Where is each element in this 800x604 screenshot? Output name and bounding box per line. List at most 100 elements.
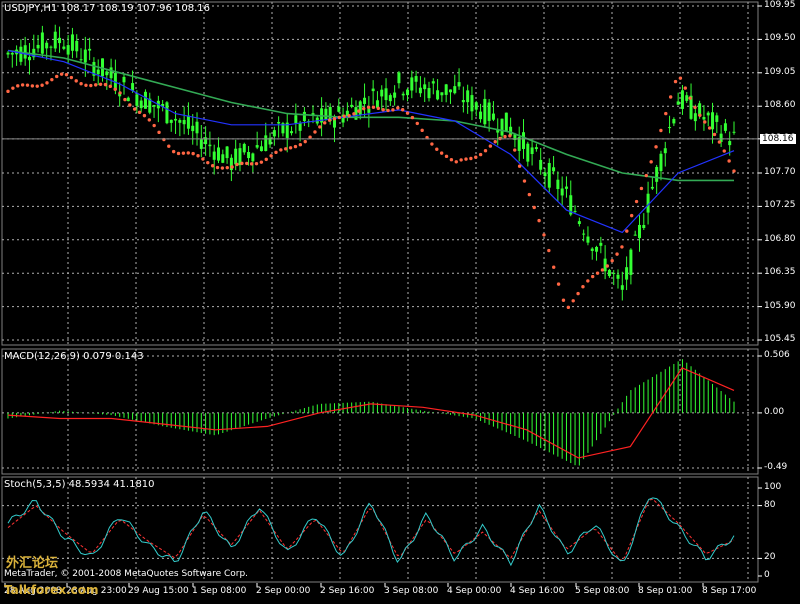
- sar-dot: [659, 128, 663, 133]
- sar-dot: [474, 155, 478, 159]
- candle-body: [251, 153, 255, 162]
- sar-dot: [391, 108, 395, 112]
- candle-body: [440, 92, 444, 96]
- sar-dot: [220, 166, 225, 170]
- candle-body: [633, 234, 637, 236]
- sar-dot: [210, 164, 215, 168]
- candle-body: [388, 95, 392, 102]
- chart-window: USDJPY,H1 108.17 108.19 107.96 108.16 MA…: [0, 0, 800, 600]
- candle-body: [573, 210, 577, 212]
- candle-body: [642, 225, 646, 229]
- candle-body: [143, 91, 147, 109]
- candle-body: [165, 102, 169, 124]
- sar-dot: [542, 233, 546, 237]
- sar-dot: [230, 165, 234, 169]
- sar-dot: [703, 120, 707, 124]
- candle-body: [36, 44, 40, 49]
- sar-dot: [547, 248, 551, 253]
- candle-body: [272, 130, 276, 137]
- candle-body: [126, 97, 130, 102]
- candle-body: [191, 125, 195, 132]
- candle-body: [530, 147, 534, 155]
- candle-body: [595, 246, 599, 252]
- candle-body: [423, 84, 427, 90]
- candle-body: [410, 77, 414, 91]
- ma-slow-line: [7, 49, 734, 182]
- candle-body: [650, 186, 654, 189]
- sar-dot: [215, 165, 220, 170]
- sar-dot: [35, 84, 39, 88]
- sar-dot: [89, 83, 93, 88]
- price-tick-label: 105.90: [764, 300, 796, 311]
- candle-body: [290, 131, 294, 134]
- candle-body: [732, 131, 736, 133]
- candle-body: [629, 249, 633, 275]
- sar-dot: [405, 111, 410, 115]
- sar-dot: [11, 86, 15, 90]
- candle-body: [680, 90, 684, 109]
- sar-dot: [366, 105, 371, 109]
- candle-body: [109, 67, 113, 79]
- sar-dot: [459, 158, 463, 162]
- candle-body: [444, 84, 448, 95]
- candle-body: [393, 92, 397, 98]
- sar-dot: [45, 81, 49, 85]
- sar-dot: [625, 229, 629, 233]
- sar-dot: [576, 291, 580, 296]
- time-tick-label: 5 Sep 08:00: [575, 586, 630, 596]
- sar-dot: [98, 82, 103, 86]
- sar-dot: [400, 108, 405, 112]
- sar-dot: [279, 148, 283, 152]
- stoch-tick-label: 0: [764, 570, 770, 580]
- candle-body: [560, 188, 564, 196]
- candle-body: [487, 102, 491, 121]
- sar-dot: [590, 274, 595, 279]
- candle-body: [363, 97, 367, 104]
- sar-dot: [30, 84, 35, 88]
- candle-body: [466, 90, 470, 103]
- sar-dot: [629, 213, 634, 218]
- sar-dot: [435, 147, 439, 151]
- candle-body: [672, 119, 676, 124]
- time-tick-label: 2 Sep 00:00: [256, 586, 311, 596]
- sar-dot: [40, 83, 44, 87]
- sar-dot: [79, 82, 83, 86]
- candle-body: [178, 120, 182, 123]
- candle-body: [620, 285, 624, 290]
- chart-canvas: [1, 1, 762, 587]
- sar-dot: [269, 154, 273, 158]
- current-price-marker: 108.16: [760, 134, 796, 144]
- candle-body: [62, 46, 66, 49]
- candle-body: [625, 267, 629, 280]
- candle-body: [539, 159, 543, 170]
- sar-dot: [357, 109, 361, 113]
- price-tick-label: 107.70: [764, 167, 796, 177]
- sar-dot: [493, 140, 497, 144]
- candle-body: [522, 132, 526, 149]
- sar-dot: [69, 75, 74, 80]
- sar-dot: [488, 144, 493, 148]
- macd-panel-frame: [1, 348, 759, 475]
- stoch-main-line: [7, 497, 735, 567]
- sar-dot: [527, 192, 532, 197]
- candle-body: [711, 112, 715, 130]
- candle-body: [122, 76, 126, 83]
- sar-dot: [332, 116, 337, 121]
- sar-dot: [644, 173, 648, 178]
- candle-body: [483, 98, 487, 125]
- stoch-panel-frame: [1, 476, 759, 583]
- time-tick-label: 8 Sep 01:00: [638, 586, 693, 596]
- time-tick-label: 2 Sep 16:00: [320, 586, 375, 596]
- candle-body: [590, 248, 594, 251]
- sar-dot: [59, 72, 64, 76]
- sar-dot: [132, 107, 137, 111]
- stoch-panel-label: Stoch(5,3,5) 48.5934 41.1810: [4, 479, 155, 490]
- candle-body: [53, 31, 57, 49]
- sar-dot: [698, 113, 702, 118]
- sar-dot: [707, 126, 712, 130]
- candle-body: [702, 117, 706, 120]
- sar-dot: [20, 83, 25, 87]
- candle-body: [139, 100, 143, 109]
- candle-body: [457, 82, 461, 87]
- candle-body: [208, 144, 212, 147]
